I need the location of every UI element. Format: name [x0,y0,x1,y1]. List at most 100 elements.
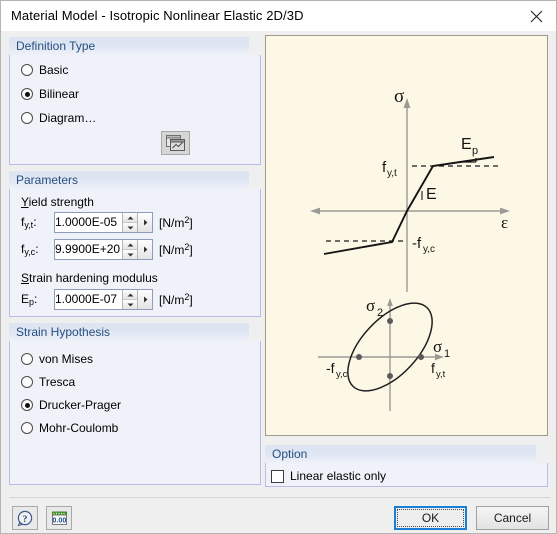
radio-hypothesis-von-mises[interactable]: von Mises [21,352,93,366]
picker-button-e-p[interactable] [137,290,152,309]
radio-indicator [21,64,33,76]
parameters-group: Parameters Yield strength fy,t: 1.0000E-… [9,171,261,317]
radio-indicator [21,422,33,434]
help-button[interactable]: ? [12,506,38,530]
spinner-f-y-c[interactable] [122,240,137,259]
radio-definition-diagram[interactable]: Diagram… [21,111,96,125]
input-f-y-c[interactable]: 9.9900E+20 [54,239,153,260]
field-subscript: y,c [24,247,36,257]
svg-text:σ: σ [366,296,375,315]
unit-close: ] [189,293,193,307]
radio-label-diagram: Diagram… [39,111,97,125]
yield-point-sigma1-positive [418,354,424,360]
cancel-button[interactable]: Cancel [476,506,549,530]
field-label-e-p: Ep: [21,292,37,307]
yield-strength-text: ield strength [28,195,94,209]
svg-text:σ: σ [433,337,442,356]
radio-indicator [21,376,33,388]
field-colon: : [33,215,37,229]
spinner-e-p[interactable] [122,290,137,309]
spinner-up-icon[interactable] [123,213,137,223]
field-label-f-y-c: fy,c: [21,242,39,257]
checkbox-indicator [271,469,284,483]
strain-hypothesis-group: Strain Hypothesis von Mises Tresca Druck… [9,323,261,485]
radio-hypothesis-drucker-prager[interactable]: Drucker-Prager [21,398,121,412]
picker-button-f-y-c[interactable] [137,240,152,259]
yield-point-sigma2-positive [387,318,393,324]
input-value-f-y-c[interactable]: 9.9900E+20 [55,240,122,259]
diagram-edit-button[interactable] [161,131,190,155]
window-title: Material Model - Isotropic Nonlinear Ela… [11,8,304,23]
spinner-down-icon[interactable] [123,223,137,232]
spinner-f-y-t[interactable] [122,213,137,232]
input-e-p[interactable]: 1.0000E-07 [54,289,153,310]
unit-close: ] [189,243,193,257]
field-subscript: y,t [24,220,34,230]
field-label-f-y-t: fy,t: [21,215,37,230]
group-corner-notch [536,445,548,457]
radio-hypothesis-tresca[interactable]: Tresca [21,375,75,389]
group-corner-notch [249,37,261,49]
units-numeric-icon: 0.00 [51,511,67,525]
svg-text:y,c: y,c [423,244,435,255]
svg-text:p: p [472,145,478,157]
spinner-down-icon[interactable] [123,250,137,259]
yield-tension-label: f y,t [382,159,397,179]
units-button[interactable]: 0.00 [46,506,72,530]
material-diagram-svg: σ ε f y,t -f y,c E E p σ 2 σ 1 -f y,c f … [310,86,510,411]
close-button[interactable] [514,1,556,31]
spinner-down-icon[interactable] [123,300,137,309]
input-value-f-y-t[interactable]: 1.0000E-05 [55,213,122,232]
close-icon [530,10,542,22]
unit-e-p: [N/m2] [159,292,193,307]
radio-definition-basic[interactable]: Basic [21,63,68,77]
svg-text:y,t: y,t [387,168,397,179]
strain-hypothesis-legend: Strain Hypothesis [9,323,249,341]
unit-close: ] [189,216,193,230]
definition-type-group: Definition Type Basic Bilinear Diagram… [9,37,261,165]
radio-indicator [21,353,33,365]
ok-button-label: OK [421,511,440,525]
svg-text:y,t: y,t [436,369,446,380]
svg-text:f: f [431,360,435,376]
radio-label-bilinear: Bilinear [39,87,80,101]
option-group: Option Linear elastic only [265,445,548,487]
radio-label-tresca: Tresca [39,375,76,389]
input-f-y-t[interactable]: 1.0000E-05 [54,212,153,233]
yield-surface-right-label: f y,t [431,360,446,380]
unit-f-y-c: [N/m2] [159,242,193,257]
unit-f-y-t: [N/m2] [159,215,193,230]
parameters-legend: Parameters [9,171,249,189]
checkbox-linear-elastic-only[interactable]: Linear elastic only [271,469,386,483]
picker-button-f-y-t[interactable] [137,213,152,232]
material-model-dialog: Material Model - Isotropic Nonlinear Ela… [0,0,557,534]
radio-hypothesis-mohr-coulomb[interactable]: Mohr-Coulomb [21,421,118,435]
checkbox-label-linear-elastic-only: Linear elastic only [290,469,387,483]
help-question-icon: ? [17,510,32,526]
svg-text:?: ? [22,514,27,524]
strain-hardening-accesskey: S [21,271,30,285]
ok-button[interactable]: OK [394,506,467,530]
spinner-up-icon[interactable] [123,290,137,300]
radio-label-basic: Basic [39,63,69,77]
sigma-axis-label: σ [394,86,404,107]
yield-surface-diagram: σ 2 σ 1 -f y,c f y,t [318,296,450,411]
unit-main: [N/m [159,293,185,307]
field-colon: : [35,242,39,256]
input-value-e-p[interactable]: 1.0000E-07 [55,290,122,309]
yield-strength-label: Yield strength [21,195,94,209]
unit-main: [N/m [159,243,185,257]
svg-text:-f: -f [412,235,422,252]
yield-surface-left-label: -f y,c [326,360,348,380]
stress-strain-diagram: σ ε f y,t -f y,c E E p [310,86,510,292]
yield-strength-accesskey: Y [21,195,29,209]
svg-text:2: 2 [377,307,383,319]
spinner-up-icon[interactable] [123,240,137,250]
radio-label-drucker-prager: Drucker-Prager [39,398,122,412]
chevron-right-icon [143,296,147,303]
radio-indicator [21,112,33,124]
yield-point-sigma1-negative [356,354,362,360]
field-symbol: E [21,292,30,306]
definition-type-legend: Definition Type [9,37,249,55]
radio-definition-bilinear[interactable]: Bilinear [21,87,79,101]
